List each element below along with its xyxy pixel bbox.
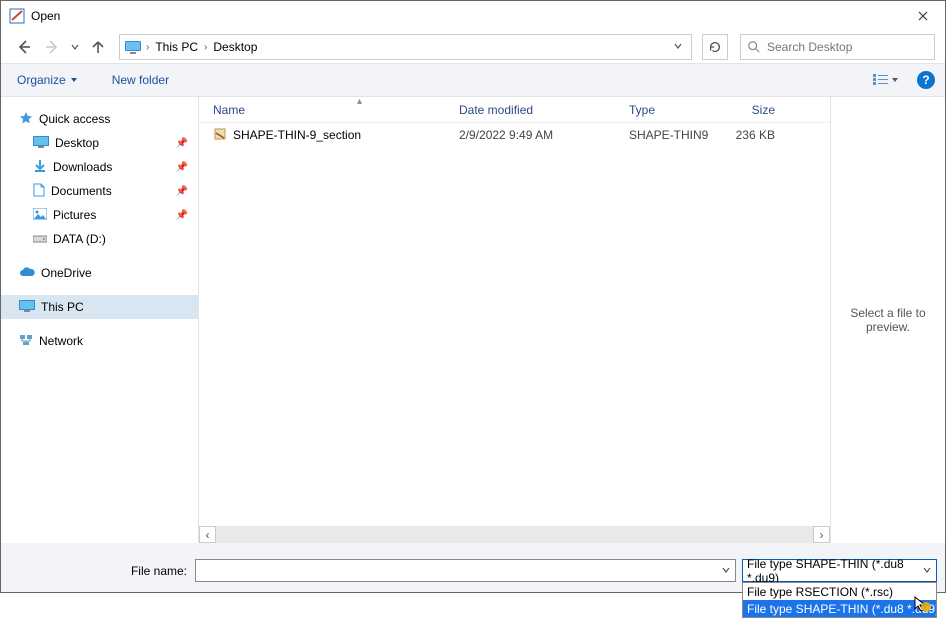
breadcrumb-leaf[interactable]: Desktop bbox=[211, 40, 259, 54]
file-row[interactable]: SHAPE-THIN-9_section 2/9/2022 9:49 AM SH… bbox=[199, 123, 830, 147]
sidebar-data-d[interactable]: DATA (D:) bbox=[1, 227, 198, 251]
search-placeholder: Search Desktop bbox=[767, 40, 852, 54]
nav-bar: › This PC › Desktop Search Desktop bbox=[1, 31, 945, 63]
file-name: SHAPE-THIN-9_section bbox=[233, 128, 361, 142]
network-icon bbox=[19, 334, 33, 349]
search-input[interactable]: Search Desktop bbox=[740, 34, 935, 60]
filename-dropdown-icon[interactable] bbox=[721, 564, 731, 578]
footer: File name: File type SHAPE-THIN (*.du8 *… bbox=[1, 543, 945, 592]
file-pane: ▴ Name Date modified Type Size SHAPE-THI… bbox=[199, 97, 830, 543]
refresh-button[interactable] bbox=[702, 34, 728, 60]
sidebar-network[interactable]: Network bbox=[1, 329, 198, 353]
chevron-down-icon bbox=[70, 76, 78, 84]
documents-icon bbox=[33, 183, 45, 200]
chevron-down-icon bbox=[922, 564, 932, 578]
onedrive-icon bbox=[19, 266, 35, 280]
address-bar[interactable]: › This PC › Desktop bbox=[119, 34, 692, 60]
forward-button[interactable] bbox=[41, 36, 63, 58]
file-date: 2/9/2022 9:49 AM bbox=[459, 128, 629, 142]
drive-icon bbox=[33, 232, 47, 246]
sidebar-documents[interactable]: Documents 📌 bbox=[1, 179, 198, 203]
sidebar-pictures[interactable]: Pictures 📌 bbox=[1, 203, 198, 227]
toolbar: Organize New folder ? bbox=[1, 63, 945, 97]
app-icon bbox=[9, 8, 25, 24]
help-button[interactable]: ? bbox=[917, 71, 935, 89]
chevron-right-icon: › bbox=[204, 42, 207, 53]
filename-label: File name: bbox=[9, 564, 195, 578]
pin-icon: 📌 bbox=[176, 186, 188, 197]
open-dialog: Open › This PC › Desktop bbox=[0, 0, 946, 593]
sidebar-quick-access[interactable]: Quick access bbox=[1, 107, 198, 131]
preview-pane: Select a file to preview. bbox=[830, 97, 945, 543]
close-button[interactable] bbox=[900, 1, 945, 31]
filetype-option[interactable]: File type SHAPE-THIN (*.du8 *.du9) bbox=[743, 600, 936, 617]
pin-icon: 📌 bbox=[176, 210, 188, 221]
filetype-dropdown: File type RSECTION (*.rsc) File type SHA… bbox=[742, 582, 937, 618]
scroll-left-button[interactable]: ‹ bbox=[199, 526, 216, 543]
horizontal-scrollbar[interactable]: ‹ › bbox=[199, 526, 830, 543]
view-options-button[interactable] bbox=[867, 69, 905, 91]
scroll-track[interactable] bbox=[216, 526, 813, 543]
up-button[interactable] bbox=[87, 36, 109, 58]
breadcrumb-root[interactable]: This PC bbox=[153, 40, 200, 54]
col-type[interactable]: Type bbox=[629, 103, 723, 117]
recent-dropdown[interactable] bbox=[69, 36, 81, 58]
filetype-option[interactable]: File type RSECTION (*.rsc) bbox=[743, 583, 936, 600]
nav-sidebar: Quick access Desktop 📌 Downloads 📌 Docum… bbox=[1, 97, 199, 543]
sidebar-downloads[interactable]: Downloads 📌 bbox=[1, 155, 198, 179]
new-folder-button[interactable]: New folder bbox=[106, 69, 175, 91]
file-list[interactable]: SHAPE-THIN-9_section 2/9/2022 9:49 AM SH… bbox=[199, 123, 830, 526]
sidebar-this-pc[interactable]: This PC bbox=[1, 295, 198, 319]
main-area: ▴ Name Date modified Type Size SHAPE-THI… bbox=[199, 97, 945, 543]
window-title: Open bbox=[31, 9, 60, 23]
search-icon bbox=[747, 40, 761, 54]
view-icon bbox=[873, 74, 889, 86]
col-size[interactable]: Size bbox=[723, 103, 783, 117]
desktop-icon bbox=[33, 136, 49, 151]
file-icon bbox=[213, 127, 227, 144]
chevron-right-icon: › bbox=[146, 42, 149, 53]
preview-hint: Select a file to preview. bbox=[837, 306, 939, 334]
filename-input[interactable] bbox=[195, 559, 736, 582]
column-headers: ▴ Name Date modified Type Size bbox=[199, 97, 830, 123]
file-type: SHAPE-THIN9 bbox=[629, 128, 723, 142]
body: Quick access Desktop 📌 Downloads 📌 Docum… bbox=[1, 97, 945, 543]
organize-menu[interactable]: Organize bbox=[11, 69, 84, 91]
sidebar-desktop[interactable]: Desktop 📌 bbox=[1, 131, 198, 155]
file-size: 236 KB bbox=[723, 128, 783, 142]
col-name[interactable]: Name bbox=[213, 103, 459, 117]
col-date[interactable]: Date modified bbox=[459, 103, 629, 117]
filetype-select[interactable]: File type SHAPE-THIN (*.du8 *.du9) bbox=[742, 559, 937, 582]
back-button[interactable] bbox=[13, 36, 35, 58]
pin-icon: 📌 bbox=[176, 138, 188, 149]
titlebar: Open bbox=[1, 1, 945, 31]
address-dropdown[interactable] bbox=[669, 40, 687, 54]
filetype-selected: File type SHAPE-THIN (*.du8 *.du9) bbox=[747, 557, 932, 585]
chevron-down-icon bbox=[891, 76, 899, 84]
downloads-icon bbox=[33, 159, 47, 176]
scroll-right-button[interactable]: › bbox=[813, 526, 830, 543]
this-pc-icon bbox=[19, 300, 35, 315]
pictures-icon bbox=[33, 208, 47, 223]
star-icon bbox=[19, 111, 33, 128]
this-pc-icon bbox=[124, 40, 142, 54]
pin-icon: 📌 bbox=[176, 162, 188, 173]
sidebar-onedrive[interactable]: OneDrive bbox=[1, 261, 198, 285]
